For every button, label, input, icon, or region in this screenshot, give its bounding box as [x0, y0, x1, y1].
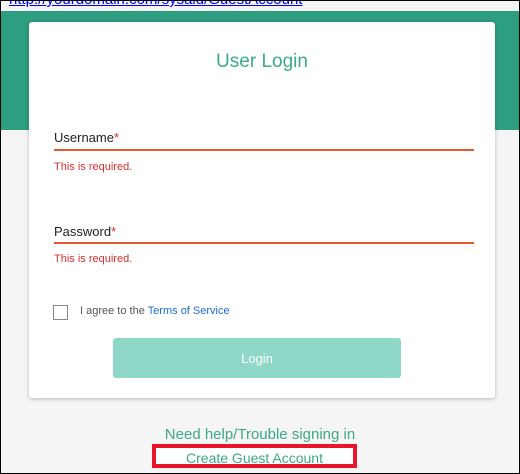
- terms-of-service-link[interactable]: Terms of Service: [148, 305, 230, 317]
- username-error: This is required.: [54, 161, 133, 173]
- login-card: User Login Username* This is required. P…: [29, 22, 495, 398]
- username-underline: [54, 149, 474, 151]
- help-signing-in-link[interactable]: Need help/Trouble signing in: [1, 426, 519, 443]
- page-frame: http://yourdomain.com/sysaid/GuestAccoun…: [0, 0, 520, 474]
- top-url-link[interactable]: http://yourdomain.com/sysaid/GuestAccoun…: [9, 1, 302, 8]
- guest-account-highlight: Create Guest Account: [152, 444, 357, 468]
- agree-text: I agree to the Terms of Service: [80, 305, 230, 317]
- password-error: This is required.: [54, 253, 133, 265]
- create-guest-account-link[interactable]: Create Guest Account: [156, 450, 353, 466]
- password-input[interactable]: [54, 222, 474, 242]
- username-input[interactable]: [54, 128, 474, 148]
- agree-prefix: I agree to the: [80, 305, 148, 317]
- password-underline: [54, 242, 474, 244]
- login-button[interactable]: Login: [113, 338, 401, 378]
- terms-checkbox[interactable]: [53, 305, 68, 320]
- card-title: User Login: [216, 51, 308, 72]
